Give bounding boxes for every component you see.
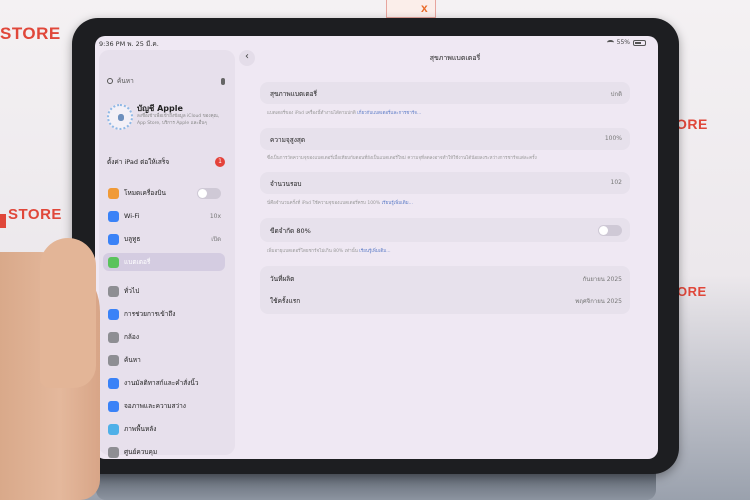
battery-health-card[interactable]: สุขภาพแบตเตอรี่ ปกติ [260, 82, 630, 104]
sidebar-item-label: ค้นหา [124, 356, 141, 364]
back-button[interactable]: ‹ [239, 50, 255, 66]
sidebar-item-label: การช่วยการเข้าถึง [124, 310, 176, 318]
search-field[interactable]: ค้นหา [107, 74, 225, 88]
search-placeholder: ค้นหา [117, 77, 134, 85]
limit-80-footer-text: เพิ่มอายุแบตเตอรี่โดยชาร์จไม่เกิน 80% เท… [267, 249, 360, 254]
battery-icon [633, 39, 646, 46]
sidebar-item-label: บลูทูธ [124, 235, 141, 243]
sidebar-item-6[interactable]: กล้อง [103, 328, 225, 346]
sidebar-item-10[interactable]: ภาพพื้นหลัง [103, 420, 225, 438]
wifi-status-icon [606, 40, 614, 45]
page-title: สุขภาพแบตเตอรี่ [429, 54, 481, 62]
cycle-count-card: จำนวนรอบ 102 [260, 172, 630, 194]
sidebar-item-label: จอภาพและความสว่าง [124, 402, 186, 410]
sidebar-item-icon [108, 233, 119, 245]
sidebar-item-icon [108, 331, 119, 343]
first-use-label: ใช้ครั้งแรก [270, 297, 301, 305]
device-base [96, 470, 656, 500]
microphone-icon[interactable] [221, 77, 225, 85]
sidebar-item-label: ภาพพื้นหลัง [124, 425, 157, 433]
sidebar-item-label: กล้อง [124, 333, 139, 341]
sidebar-item-3[interactable]: แบตเตอรี่ [103, 253, 225, 271]
sidebar-item-value: 10x [209, 212, 221, 220]
notification-badge: 1 [215, 157, 225, 167]
search-icon [107, 78, 113, 84]
first-use-value: พฤศจิกายน 2025 [575, 298, 622, 305]
battery-health-footer: แบตเตอรี่ของ iPad เครื่องนี้ทำงานได้ตามป… [267, 109, 627, 116]
airplane-mode-toggle[interactable] [197, 187, 221, 199]
store-sign-left: STORE [0, 24, 61, 43]
battery-health-learn-link[interactable]: เกี่ยวกับแบตเตอรี่และการชาร์จ... [357, 111, 421, 116]
cycle-count-value: 102 [610, 179, 622, 186]
store-sign-right-lower: ORE [677, 284, 707, 299]
sidebar-item-icon [108, 187, 119, 199]
sidebar-item-2[interactable]: บลูทูธ เปิด [103, 230, 225, 248]
sidebar-item-icon [108, 210, 119, 222]
logo-letter: x [421, 1, 428, 15]
manufacture-date-label: วันที่ผลิต [270, 275, 295, 283]
finish-setup-label: ตั้งค่า iPad ต่อให้เสร็จ [107, 158, 170, 166]
cycle-count-label: จำนวนรอบ [270, 180, 302, 188]
store-sign-right: ORE [676, 116, 708, 132]
battery-dates-card: วันที่ผลิต กันยายน 2025 ใช้ครั้งแรก พฤศจ… [260, 266, 630, 314]
sidebar-item-icon [108, 446, 119, 458]
sidebar-item-label: งานมัลติทาสก์และคำสั่งนิ้ว [124, 379, 199, 387]
thumb [40, 238, 96, 388]
sidebar-item-5[interactable]: การช่วยการเข้าถึง [103, 305, 225, 323]
max-capacity-card: ความจุสูงสุด 100% [260, 128, 630, 150]
sidebar-item-9[interactable]: จอภาพและความสว่าง [103, 397, 225, 415]
sidebar-item-icon [108, 256, 119, 268]
max-capacity-value: 100% [604, 135, 622, 142]
sidebar-item-label: ศูนย์ควบคุม [124, 448, 158, 456]
sidebar-item-icon [108, 377, 119, 389]
sidebar-item-value: เปิด [211, 236, 221, 243]
manufacture-date-value: กันยายน 2025 [582, 276, 622, 283]
max-capacity-label: ความจุสูงสุด [270, 136, 306, 144]
limit-80-toggle[interactable] [598, 225, 622, 236]
sidebar-item-label: โหมดเครื่องบิน [124, 189, 166, 197]
battery-health-label: สุขภาพแบตเตอรี่ [270, 90, 318, 98]
sidebar-item-icon [108, 285, 119, 297]
sidebar-item-label: ทั่วไป [124, 287, 140, 295]
status-time: 9:36 PM พ. 25 มี.ค. [99, 40, 159, 48]
store-sign-accent [0, 214, 6, 228]
battery-percent: 55% [616, 39, 630, 46]
apple-account-row[interactable]: บัญชี Apple ลงชื่อเข้าเพื่อเข้าถึงข้อมูล… [107, 102, 231, 142]
max-capacity-footer: ซึ่งเป็นการวัดความจุของแบตเตอรี่เมื่อเที… [267, 156, 537, 161]
finish-setup-row[interactable]: ตั้งค่า iPad ต่อให้เสร็จ 1 [107, 157, 225, 169]
sidebar-item-icon [108, 354, 119, 366]
store-logo: x [386, 0, 436, 18]
sidebar-item-11[interactable]: ศูนย์ควบคุม [103, 443, 225, 459]
sidebar-item-0[interactable]: โหมดเครื่องบิน [103, 184, 225, 202]
sidebar-item-label: Wi-Fi [124, 212, 140, 220]
cycle-count-learn-link[interactable]: เรียนรู้เพิ่มเติม... [382, 201, 413, 206]
sidebar-item-icon [108, 423, 119, 435]
sidebar-item-4[interactable]: ทั่วไป [103, 282, 225, 300]
status-indicators: 55% [606, 39, 646, 46]
sidebar-item-label: แบตเตอรี่ [124, 258, 151, 266]
account-subtitle: ลงชื่อเข้าเพื่อเข้าถึงข้อมูล iCloud ของค… [137, 114, 220, 126]
limit-80-footer: เพิ่มอายุแบตเตอรี่โดยชาร์จไม่เกิน 80% เท… [267, 247, 627, 254]
sidebar-item-1[interactable]: Wi-Fi 10x [103, 207, 225, 225]
battery-health-value: ปกติ [610, 91, 622, 98]
settings-sidebar: ค้นหา บัญชี Apple ลงชื่อเข้าเพื่อเข้าถึง… [99, 50, 235, 458]
limit-80-card: ขีดจำกัด 80% [260, 218, 630, 242]
account-avatar-icon [107, 104, 133, 130]
sidebar-item-8[interactable]: งานมัลติทาสก์และคำสั่งนิ้ว [103, 374, 225, 392]
cycle-count-footer-text: นี่คือจำนวนครั้งที่ iPad ใช้ความจุของแบต… [267, 201, 382, 206]
limit-80-learn-link[interactable]: เรียนรู้เพิ่มเติม... [359, 249, 390, 254]
sidebar-item-icon [108, 400, 119, 412]
cycle-count-footer: นี่คือจำนวนครั้งที่ iPad ใช้ความจุของแบต… [267, 199, 627, 206]
ipad-screen: 9:36 PM พ. 25 มี.ค. 55% ค้นหา บัญชี Appl… [95, 36, 658, 459]
sidebar-item-icon [108, 308, 119, 320]
sidebar-item-7[interactable]: ค้นหา [103, 351, 225, 369]
limit-80-label: ขีดจำกัด 80% [270, 226, 311, 235]
store-sign-left-lower: STORE [8, 206, 62, 223]
battery-health-footer-text: แบตเตอรี่ของ iPad เครื่องนี้ทำงานได้ตามป… [267, 111, 358, 116]
